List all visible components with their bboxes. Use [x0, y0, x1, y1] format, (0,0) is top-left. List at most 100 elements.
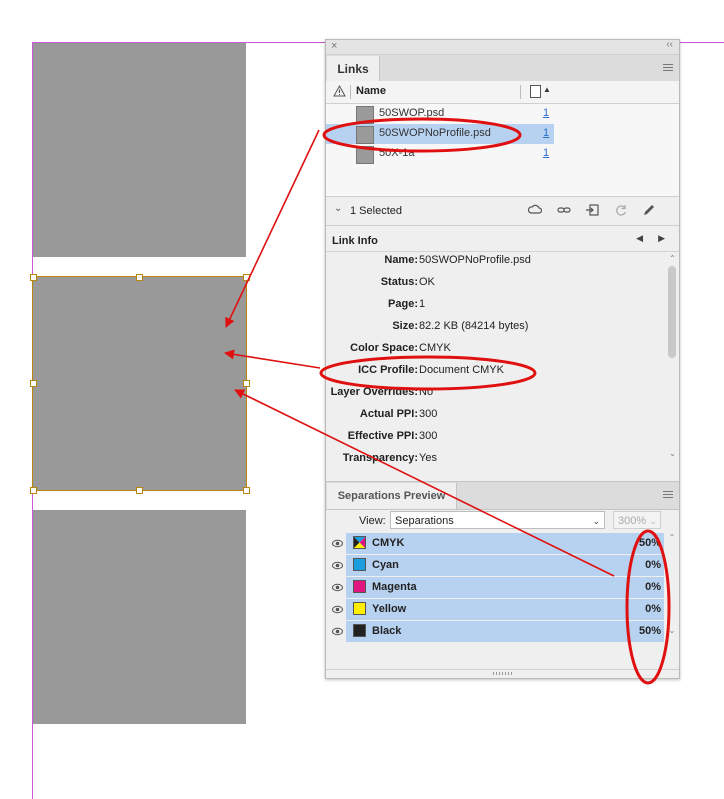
tab-separations-preview[interactable]: Separations Preview	[327, 483, 457, 509]
view-row: View: Separations ⌄ 300% ⌄	[326, 509, 679, 533]
image-frame-selected[interactable]	[32, 276, 247, 491]
resize-handle[interactable]	[243, 380, 250, 387]
info-label: Name:	[384, 254, 418, 266]
info-row: Color Space: CMYK	[326, 340, 656, 362]
info-row: Size: 82.2 KB (84214 bytes)	[326, 318, 656, 340]
scroll-thumb[interactable]	[668, 266, 676, 358]
separation-percent: 0%	[645, 581, 661, 593]
list-item[interactable]: 50X-1a 1	[326, 144, 554, 164]
info-value: Document CMYK	[419, 364, 504, 376]
info-value: 50SWOPNoProfile.psd	[419, 254, 531, 266]
link-info-body: Name: 50SWOPNoProfile.psd Status: OK Page:…	[326, 252, 666, 480]
edit-original-icon[interactable]	[642, 203, 656, 217]
info-row: Status: OK	[326, 274, 656, 296]
separation-row-magenta[interactable]: Magenta 0%	[326, 577, 679, 599]
info-label: Status:	[380, 276, 418, 288]
eye-icon[interactable]	[332, 626, 343, 637]
relink-icon[interactable]	[557, 203, 571, 217]
info-value: 82.2 KB (84214 bytes)	[419, 320, 529, 332]
grip-dots	[493, 672, 513, 675]
info-label: Color Space:	[350, 342, 418, 354]
resize-handle[interactable]	[30, 274, 37, 281]
panel-menu-icon[interactable]	[663, 491, 673, 499]
info-label: Transparency:	[342, 452, 418, 464]
scroll-up-icon[interactable]: ⌃	[667, 254, 678, 263]
resize-handle[interactable]	[30, 380, 37, 387]
view-label: View:	[359, 515, 386, 527]
chevron-down-icon[interactable]: ⌄	[334, 203, 342, 214]
separation-row-cyan[interactable]: Cyan 0%	[326, 555, 679, 577]
resize-handle[interactable]	[136, 274, 143, 281]
separations-scrollbar[interactable]: ⌃ ⌄	[667, 533, 677, 643]
goto-link-icon[interactable]	[585, 203, 599, 217]
info-value: 300	[419, 430, 438, 442]
link-name: 50SWOP.psd	[379, 107, 445, 119]
separation-percent: 50%	[638, 537, 661, 549]
link-page-number[interactable]: 1	[543, 147, 549, 159]
list-item[interactable]: 50SWOP.psd 1	[326, 104, 554, 124]
sort-ascending-icon[interactable]: ▲	[543, 85, 551, 94]
column-divider	[350, 85, 351, 99]
panel-resize-grip[interactable]	[326, 669, 679, 678]
scroll-down-icon[interactable]: ⌄	[667, 449, 678, 458]
info-value: Yes	[419, 452, 437, 464]
scroll-down-icon[interactable]: ⌄	[667, 626, 677, 635]
zoom-select[interactable]: 300% ⌄	[613, 511, 661, 529]
links-tab-row: Links	[326, 55, 679, 82]
zoom-value: 300%	[618, 515, 647, 527]
list-item-selected[interactable]: 50SWOPNoProfile.psd 1	[326, 124, 554, 144]
update-link-icon[interactable]	[614, 203, 628, 217]
view-select[interactable]: Separations ⌄	[390, 511, 605, 529]
close-icon[interactable]: ×	[331, 40, 337, 52]
cloud-link-icon[interactable]	[528, 203, 542, 217]
info-value: 1	[419, 298, 426, 310]
warning-icon[interactable]	[333, 85, 346, 97]
magenta-swatch	[353, 580, 366, 593]
collapse-icon[interactable]: ‹‹	[666, 39, 673, 50]
info-label: Page:	[388, 298, 418, 310]
image-frame-top[interactable]	[33, 43, 246, 257]
info-row: ICC Profile: Document CMYK	[326, 362, 656, 384]
info-row: Name: 50SWOPNoProfile.psd	[326, 252, 656, 274]
resize-handle[interactable]	[136, 487, 143, 494]
info-row: Effective PPI: 300	[326, 428, 656, 450]
info-row: Actual PPI: 300	[326, 406, 656, 428]
thumbnail	[356, 106, 374, 124]
scroll-up-icon[interactable]: ⌃	[667, 533, 677, 542]
separation-percent: 0%	[645, 559, 661, 571]
eye-icon[interactable]	[332, 582, 343, 593]
separation-row-yellow[interactable]: Yellow 0%	[326, 599, 679, 621]
link-page-number[interactable]: 1	[543, 127, 549, 139]
eye-icon[interactable]	[332, 604, 343, 615]
eye-icon[interactable]	[332, 560, 343, 571]
info-label: ICC Profile:	[358, 364, 418, 376]
chevron-down-icon: ⌄	[592, 516, 600, 526]
info-row: Layer Overrides: No	[326, 384, 656, 406]
page-icon[interactable]	[530, 85, 541, 98]
link-name: 50X-1a	[379, 147, 415, 159]
info-label: Effective PPI:	[347, 430, 418, 442]
column-name-header[interactable]: Name	[356, 85, 386, 97]
separation-row-cmyk[interactable]: CMYK 50%	[326, 533, 679, 555]
separation-name: CMYK	[372, 537, 405, 549]
resize-handle[interactable]	[30, 487, 37, 494]
link-info-scrollbar[interactable]: ⌃ ⌄	[667, 254, 678, 458]
links-column-header: Name ▲	[326, 81, 679, 104]
link-info-header[interactable]: Link Info ◀ ▶	[326, 229, 679, 252]
info-value: OK	[419, 276, 435, 288]
resize-handle[interactable]	[243, 274, 250, 281]
link-page-number[interactable]: 1	[543, 107, 549, 119]
separation-row-black[interactable]: Black 50%	[326, 621, 679, 643]
info-label: Actual PPI:	[359, 408, 418, 420]
resize-handle[interactable]	[243, 487, 250, 494]
next-arrow-icon[interactable]: ▶	[658, 233, 665, 244]
previous-arrow-icon[interactable]: ◀	[636, 233, 643, 244]
separations-tab-row: Separations Preview	[326, 481, 679, 510]
image-frame-bottom[interactable]	[33, 510, 246, 724]
yellow-swatch	[353, 602, 366, 615]
panel-menu-icon[interactable]	[663, 64, 673, 72]
tab-links[interactable]: Links	[327, 56, 380, 82]
separation-name: Yellow	[372, 603, 407, 615]
separation-name: Cyan	[372, 559, 399, 571]
eye-icon[interactable]	[332, 538, 343, 549]
